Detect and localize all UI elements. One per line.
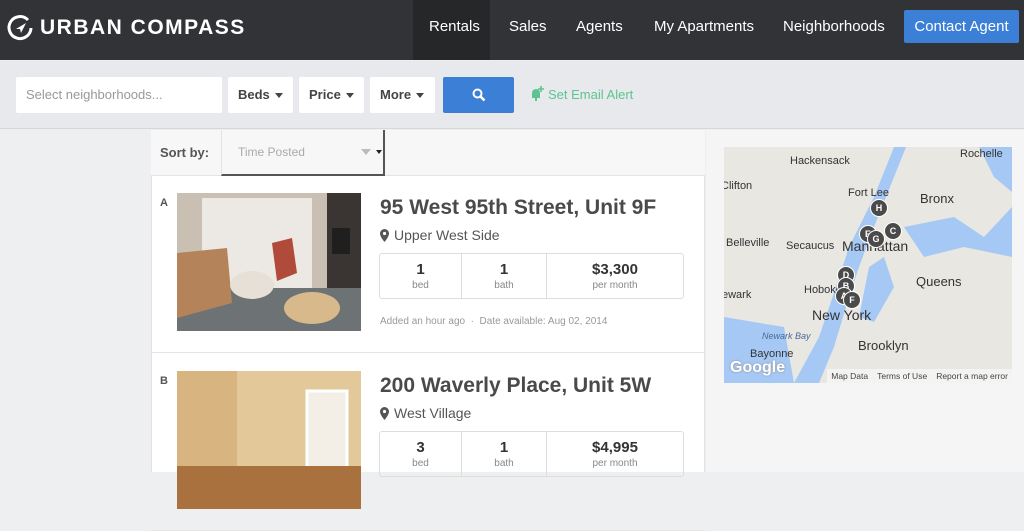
sort-label: Sort by: (160, 145, 210, 160)
map-marker[interactable]: F (843, 291, 861, 309)
caret-down-icon (376, 150, 382, 154)
map-label: Brooklyn (858, 338, 909, 353)
listing-card[interactable]: A 95 West 95th Street, Unit 9F Upper Wes… (151, 176, 705, 353)
neighborhood-search-input[interactable]: Select neighborhoods... (16, 77, 222, 113)
map[interactable]: Hackensack Clifton Fort Lee Bronx Bellev… (724, 147, 1012, 383)
listing-letter: B (160, 375, 168, 387)
map-pin-icon (380, 228, 389, 242)
listing-stats: 3 bed 1 bath $4,995 per month (379, 431, 684, 477)
contact-agent-button[interactable]: Contact Agent (904, 10, 1019, 43)
baths-stat: 1 bath (462, 254, 547, 298)
listing-location: Upper West Side (380, 227, 500, 243)
map-marker[interactable]: G (867, 230, 885, 248)
nav-agents[interactable]: Agents (560, 0, 639, 60)
map-label: New York (812, 307, 872, 323)
price-label: Price (309, 87, 341, 102)
map-label: Queens (916, 274, 962, 289)
price-unit: per month (592, 458, 638, 469)
beds-stat: 3 bed (380, 432, 462, 476)
listing-location: West Village (380, 405, 471, 421)
report-map-error-link[interactable]: Report a map error (936, 371, 1008, 381)
sort-select[interactable]: Time Posted (221, 130, 385, 176)
map-label: Secaucus (786, 240, 835, 252)
caret-down-icon (345, 93, 354, 99)
caret-down-icon (361, 149, 371, 155)
more-label: More (380, 87, 412, 102)
map-label: Fort Lee (848, 187, 889, 199)
price-value: $4,995 (592, 439, 638, 456)
date-available: Date available: Aug 02, 2014 (479, 316, 608, 327)
sort-value: Time Posted (238, 145, 305, 159)
beds-dropdown[interactable]: Beds (228, 77, 293, 113)
map-label: Belleville (726, 237, 770, 249)
price-stat: $4,995 per month (547, 432, 683, 476)
price-stat: $3,300 per month (547, 254, 683, 298)
beds-unit: bed (412, 280, 429, 291)
price-dropdown[interactable]: Price (299, 77, 364, 113)
brand-name: URBAN COMPASS (40, 16, 246, 39)
caret-down-icon (274, 93, 283, 99)
more-dropdown[interactable]: More (370, 77, 435, 113)
baths-value: 1 (499, 261, 509, 278)
map-label: Clifton (724, 180, 753, 192)
google-logo: Google (730, 359, 786, 376)
listing-title[interactable]: 200 Waverly Place, Unit 5W (380, 374, 651, 398)
listing-photo[interactable] (177, 193, 361, 331)
nav-my-apartments[interactable]: My Apartments (638, 0, 770, 60)
beds-label: Beds (238, 87, 270, 102)
beds-value: 1 (416, 261, 425, 278)
caret-down-icon (416, 93, 425, 99)
map-marker[interactable]: H (870, 199, 888, 217)
nav-sales[interactable]: Sales (493, 0, 563, 60)
neighborhood-name: Upper West Side (394, 227, 500, 243)
baths-unit: bath (494, 458, 514, 469)
price-unit: per month (592, 280, 638, 291)
map-data-link[interactable]: Map Data (831, 371, 868, 381)
map-label: Bronx (920, 191, 954, 206)
baths-stat: 1 bath (462, 432, 547, 476)
map-label: Rochelle (960, 148, 1003, 160)
map-marker[interactable]: C (884, 222, 902, 240)
compass-logo-icon (7, 15, 33, 41)
listing-meta: Added an hour ago · Date available: Aug … (380, 316, 608, 327)
nav-rentals[interactable]: Rentals (413, 0, 490, 60)
listing-card[interactable]: B 200 Waverly Place, Unit 5W West Villag… (151, 354, 705, 531)
terms-of-use-link[interactable]: Terms of Use (877, 371, 927, 381)
map-label: Hackensack (790, 155, 850, 167)
listing-title[interactable]: 95 West 95th Street, Unit 9F (380, 196, 656, 220)
neighborhood-name: West Village (394, 405, 472, 421)
search-icon (472, 88, 485, 102)
baths-unit: bath (494, 280, 514, 291)
email-alert-label: Set Email Alert (548, 86, 634, 102)
baths-value: 1 (499, 439, 509, 456)
set-email-alert-link[interactable]: Set Email Alert (530, 86, 633, 102)
map-label: ewark (724, 289, 752, 301)
beds-unit: bed (412, 458, 429, 469)
added-time: Added an hour ago (380, 316, 466, 327)
beds-stat: 1 bed (380, 254, 462, 298)
map-label: Newark Bay (762, 331, 811, 341)
listing-stats: 1 bed 1 bath $3,300 per month (379, 253, 684, 299)
nav-neighborhoods[interactable]: Neighborhoods (767, 0, 901, 60)
beds-value: 3 (416, 439, 425, 456)
brand-logo[interactable]: URBAN COMPASS (6, 14, 246, 42)
bell-plus-icon (532, 86, 544, 101)
listing-letter: A (160, 197, 168, 209)
map-pin-icon (380, 406, 389, 420)
search-button[interactable] (443, 77, 514, 113)
listing-photo[interactable] (177, 371, 361, 509)
price-value: $3,300 (592, 261, 638, 278)
map-footer: Map Data Terms of Use Report a map error (827, 369, 1012, 383)
